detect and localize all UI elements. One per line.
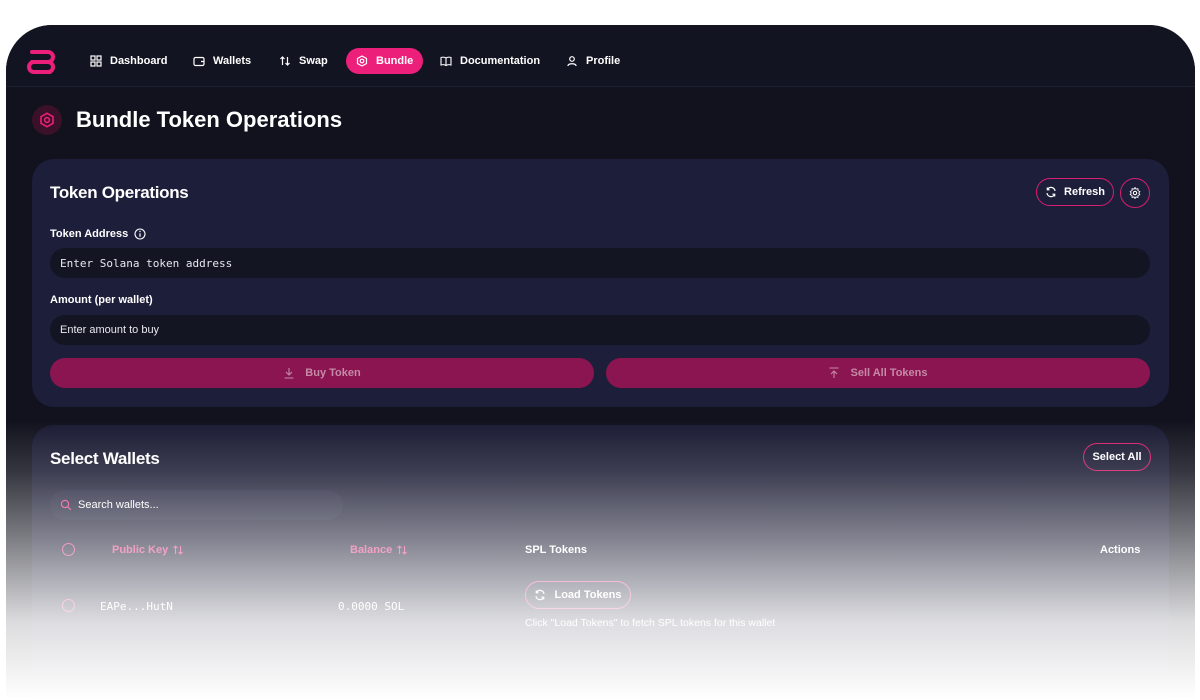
gear-icon bbox=[1129, 187, 1141, 199]
amount-label: Amount (per wallet) bbox=[50, 294, 153, 306]
column-header-spl-tokens: SPL Tokens bbox=[525, 544, 587, 556]
buy-token-button[interactable]: Buy Token bbox=[50, 358, 594, 388]
wallet-public-key[interactable]: EAPe...HutN bbox=[100, 600, 173, 613]
refresh-label: Refresh bbox=[1064, 186, 1105, 198]
sell-all-tokens-button[interactable]: Sell All Tokens bbox=[606, 358, 1150, 388]
wallet-balance: 0.0000 SOL bbox=[338, 600, 405, 613]
search-wallets-field[interactable]: Search wallets... bbox=[50, 490, 343, 520]
search-icon bbox=[60, 499, 72, 511]
nav-label-bundle: Bundle bbox=[376, 55, 414, 67]
download-icon bbox=[284, 368, 294, 379]
select-all-button[interactable]: Select All bbox=[1083, 443, 1151, 471]
settings-button[interactable] bbox=[1120, 178, 1150, 208]
sort-icon bbox=[173, 545, 184, 555]
app-logo[interactable] bbox=[24, 45, 58, 79]
column-header-actions: Actions bbox=[1100, 544, 1141, 556]
wallet-icon bbox=[193, 56, 205, 67]
refresh-icon bbox=[1046, 186, 1056, 198]
nav-label-documentation: Documentation bbox=[460, 55, 541, 67]
swap-arrows-icon bbox=[280, 56, 290, 66]
balance-header-label: Balance bbox=[350, 544, 393, 556]
public-key-header-label: Public Key bbox=[112, 544, 169, 556]
hexagon-icon bbox=[356, 55, 368, 67]
token-address-label-text: Token Address bbox=[50, 228, 129, 240]
load-tokens-hint: Click "Load Tokens" to fetch SPL tokens … bbox=[525, 617, 776, 629]
nav-label-profile: Profile bbox=[586, 55, 621, 67]
buy-token-label: Buy Token bbox=[305, 367, 361, 379]
top-navigation: Dashboard Wallets Swap Bundle Documentat… bbox=[6, 25, 1195, 87]
column-header-balance[interactable]: Balance bbox=[350, 544, 408, 556]
wallet-row-radio[interactable] bbox=[62, 599, 75, 612]
select-all-wallets-radio[interactable] bbox=[62, 543, 75, 556]
upload-icon bbox=[829, 367, 839, 378]
page-title: Bundle Token Operations bbox=[76, 107, 343, 132]
amount-input[interactable]: Enter amount to buy bbox=[50, 315, 1150, 345]
grid-icon bbox=[90, 55, 102, 67]
book-icon bbox=[440, 56, 452, 67]
nav-item-profile[interactable]: Profile bbox=[556, 48, 630, 74]
token-address-input[interactable]: Enter Solana token address bbox=[50, 248, 1150, 278]
nav-label-dashboard: Dashboard bbox=[110, 55, 168, 67]
column-header-public-key[interactable]: Public Key bbox=[112, 544, 184, 556]
token-operations-card: Token Operations Refresh Token Address E… bbox=[32, 159, 1169, 407]
app-window: Dashboard Wallets Swap Bundle Documentat… bbox=[6, 25, 1195, 700]
info-icon[interactable] bbox=[134, 228, 146, 240]
load-tokens-label: Load Tokens bbox=[554, 589, 622, 601]
select-wallets-title: Select Wallets bbox=[50, 449, 160, 468]
search-wallets-input[interactable]: Search wallets... bbox=[78, 499, 159, 511]
nav-item-wallets[interactable]: Wallets bbox=[183, 48, 261, 74]
nav-label-wallets: Wallets bbox=[213, 55, 252, 67]
select-all-label: Select All bbox=[1092, 451, 1142, 463]
page-header: Bundle Token Operations bbox=[32, 105, 342, 135]
bundle-hexagon-icon bbox=[32, 105, 62, 135]
nav-item-swap[interactable]: Swap bbox=[269, 48, 338, 74]
user-icon bbox=[567, 56, 577, 67]
nav-item-documentation[interactable]: Documentation bbox=[430, 48, 550, 74]
refresh-icon bbox=[535, 589, 546, 601]
token-address-label: Token Address bbox=[50, 228, 146, 240]
sort-icon bbox=[397, 545, 408, 555]
nav-item-bundle[interactable]: Bundle bbox=[346, 48, 424, 74]
nav-label-swap: Swap bbox=[299, 55, 328, 67]
nav-item-dashboard[interactable]: Dashboard bbox=[80, 48, 177, 74]
refresh-button[interactable]: Refresh bbox=[1036, 178, 1114, 206]
select-wallets-card: Select Wallets Select All Search wallets… bbox=[32, 425, 1169, 700]
sell-all-tokens-label: Sell All Tokens bbox=[850, 367, 928, 379]
token-operations-title: Token Operations bbox=[50, 183, 189, 202]
load-tokens-button[interactable]: Load Tokens bbox=[525, 581, 631, 609]
